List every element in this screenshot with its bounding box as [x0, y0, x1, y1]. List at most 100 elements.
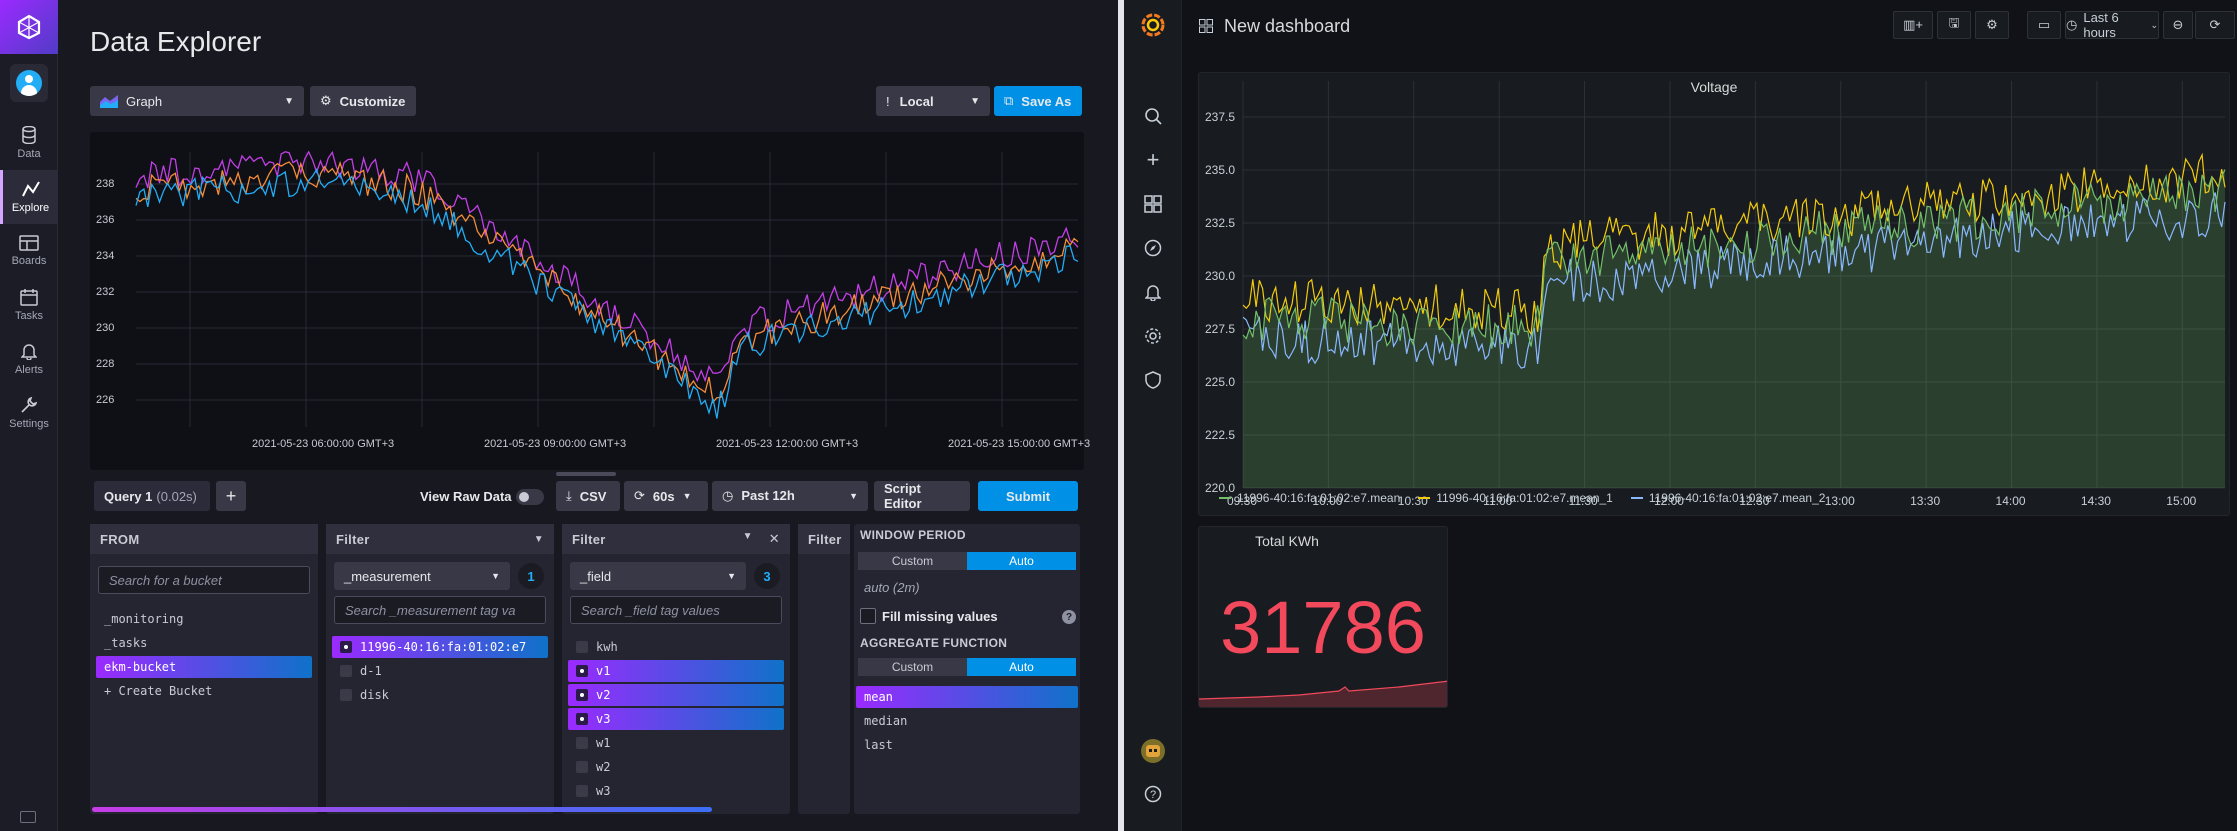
function-item[interactable]: median: [856, 710, 1074, 732]
dashboard-settings-button[interactable]: ⚙: [1975, 11, 2009, 39]
bucket-item[interactable]: _tasks: [96, 632, 312, 654]
auto-option[interactable]: Auto: [967, 658, 1076, 676]
add-query-button[interactable]: +: [216, 481, 246, 511]
user-avatar[interactable]: [10, 64, 48, 102]
tag-value-label: 11996-40:16:fa:01:02:e7: [360, 640, 527, 654]
graph-type-dropdown[interactable]: Graph ▼: [90, 86, 304, 116]
tag-value-item[interactable]: w1: [568, 732, 784, 754]
filter-key-dropdown[interactable]: _measurement ▼: [334, 562, 510, 590]
dashboards-icon[interactable]: [1142, 193, 1164, 215]
help-icon[interactable]: ?: [1142, 783, 1164, 805]
submit-label: Submit: [1005, 488, 1051, 504]
auto-option[interactable]: Auto: [967, 552, 1076, 570]
total-kwh-panel[interactable]: Total KWh 31786: [1198, 526, 1448, 708]
resize-handle[interactable]: [556, 472, 616, 476]
chevron-down-icon[interactable]: ▼: [534, 534, 544, 545]
shield-icon[interactable]: [1142, 369, 1164, 391]
dashboard-title[interactable]: New dashboard: [1224, 16, 1350, 37]
time-picker-dropdown[interactable]: ◷ Last 6 hours ⌄: [2065, 10, 2159, 40]
function-item-selected[interactable]: mean: [856, 686, 1078, 708]
horizontal-scrollbar[interactable]: [92, 807, 712, 812]
tag-search-input[interactable]: Search _field tag values: [570, 596, 782, 624]
chevron-down-icon[interactable]: ▼: [743, 531, 753, 547]
checkbox-icon: [340, 689, 352, 701]
grafana-sidebar: + ?: [1124, 0, 1182, 831]
bucket-item-selected[interactable]: ekm-bucket: [96, 656, 312, 678]
plus-icon[interactable]: +: [1142, 147, 1164, 172]
nav-explore[interactable]: Explore: [0, 170, 58, 224]
influx-graph[interactable]: 238 236 234 232 230 228 226 2021-05-23 0…: [90, 132, 1090, 470]
tag-value-item[interactable]: w3: [568, 780, 784, 802]
window-period-value: auto (2m): [864, 580, 920, 595]
tag-value-item[interactable]: v2: [568, 684, 784, 706]
nav-settings[interactable]: Settings: [0, 386, 58, 440]
save-icon: 🖫: [1948, 15, 1960, 30]
bucket-item[interactable]: _monitoring: [96, 608, 312, 630]
fill-missing-checkbox[interactable]: [860, 608, 876, 624]
time-range-dropdown[interactable]: ◷ Past 12h ▼: [712, 481, 868, 511]
tag-value-label: w1: [596, 736, 611, 750]
legend-item[interactable]: 11996-40:16:fa:01:02:e7.mean_2: [1630, 491, 1826, 505]
series-line-v3: [135, 168, 1079, 419]
function-item[interactable]: last: [856, 734, 1074, 756]
tag-value-item[interactable]: w2: [568, 756, 784, 778]
aggregate-mode-toggle[interactable]: Custom Auto: [858, 658, 1076, 676]
graph-icon: [21, 181, 40, 197]
legend-swatch: [1630, 497, 1643, 499]
influx-logo[interactable]: [0, 0, 58, 54]
tag-value-item[interactable]: v1: [568, 660, 784, 682]
checkbox-icon: [576, 761, 588, 773]
nav-alerts[interactable]: Alerts: [0, 332, 58, 386]
bell-icon[interactable]: [1142, 281, 1164, 303]
csv-button[interactable]: ⤓ CSV: [556, 481, 620, 511]
tag-value-item[interactable]: kwh: [568, 636, 784, 658]
stat-sparkline: [1199, 680, 1447, 707]
compass-icon[interactable]: [1142, 237, 1164, 259]
collapse-nav-icon[interactable]: [20, 811, 36, 823]
customize-button[interactable]: ⚙ Customize: [310, 86, 416, 116]
grafana-logo-icon[interactable]: [1140, 12, 1166, 38]
legend-item[interactable]: 11996-40:16:fa:01:02:e7.mean_1: [1418, 491, 1613, 505]
tag-value-item[interactable]: d-1: [332, 660, 548, 682]
refresh-label: 60s: [652, 488, 675, 504]
tag-value-item[interactable]: disk: [332, 684, 548, 706]
voltage-panel[interactable]: Voltage 237.5 235.0 232.5 230.0 227.5 22…: [1198, 72, 2230, 516]
filter-key-dropdown[interactable]: _field ▼: [570, 562, 746, 590]
bucket-search-input[interactable]: Search for a bucket: [98, 566, 310, 594]
tv-mode-button[interactable]: ▭: [2027, 11, 2061, 39]
help-icon[interactable]: ?: [1062, 610, 1076, 624]
refresh-picker[interactable]: ⟳: [2195, 11, 2235, 39]
save-as-button[interactable]: ⧉ Save As: [994, 86, 1082, 116]
tag-value-item[interactable]: 11996-40:16:fa:01:02:e7: [332, 636, 548, 658]
timezone-dropdown[interactable]: ǃ Local ▼: [876, 86, 990, 116]
save-dashboard-button[interactable]: 🖫: [1937, 11, 1971, 39]
window-mode-toggle[interactable]: Custom Auto: [858, 552, 1076, 570]
search-icon[interactable]: [1142, 105, 1164, 127]
script-editor-button[interactable]: Script Editor: [874, 481, 970, 511]
nav-tasks[interactable]: Tasks: [0, 278, 58, 332]
nav-data[interactable]: Data: [0, 116, 58, 170]
gear-icon[interactable]: [1142, 325, 1164, 347]
custom-option[interactable]: Custom: [858, 658, 967, 676]
legend-item[interactable]: 11996-40:16:fa:01:02:e7.mean: [1219, 491, 1400, 505]
graph-type-label: Graph: [126, 93, 163, 109]
add-panel-button[interactable]: ▥+: [1893, 11, 1933, 39]
submit-button[interactable]: Submit: [978, 481, 1078, 511]
tag-value-item[interactable]: v3: [568, 708, 784, 730]
close-icon[interactable]: ✕: [769, 531, 780, 547]
tag-value-label: w2: [596, 760, 611, 774]
nav-boards[interactable]: Boards: [0, 224, 58, 278]
zoom-out-button[interactable]: ⊖: [2163, 11, 2193, 39]
nav-tasks-label: Tasks: [14, 310, 44, 322]
user-avatar[interactable]: [1141, 739, 1165, 763]
create-bucket-link[interactable]: + Create Bucket: [96, 680, 312, 702]
checkbox-icon: [576, 665, 588, 677]
tag-search-input[interactable]: Search _measurement tag va: [334, 596, 546, 624]
legend-label: 11996-40:16:fa:01:02:e7.mean_2: [1648, 491, 1826, 505]
refresh-dropdown[interactable]: ⟳ 60s ▼: [624, 481, 708, 511]
custom-option[interactable]: Custom: [858, 552, 967, 570]
monitor-icon: ▭: [2037, 17, 2051, 32]
checkbox-icon: [576, 713, 588, 725]
query-tab[interactable]: Query 1 (0.02s): [94, 481, 210, 511]
view-raw-toggle[interactable]: [516, 489, 544, 505]
